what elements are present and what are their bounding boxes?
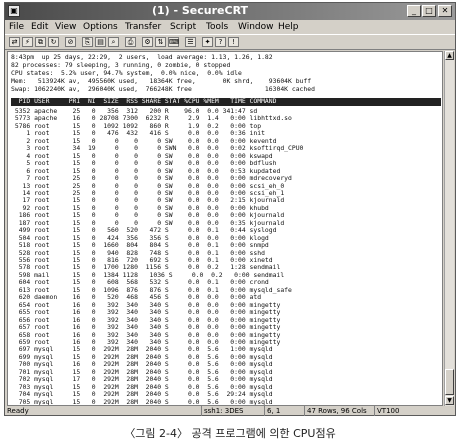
status-ready: Ready	[7, 407, 29, 415]
title-bar: ▣ (1) - SecureCRT _ □ ✕	[5, 3, 455, 20]
scroll-up-icon[interactable]: ▲	[445, 51, 454, 60]
keymap-icon[interactable]: ⌨	[168, 37, 179, 47]
securecrt-window: ▣ (1) - SecureCRT _ □ ✕ File Edit View O…	[4, 2, 456, 416]
menu-options[interactable]: Options	[83, 22, 118, 32]
tip-icon[interactable]: ✦	[202, 37, 213, 47]
status-emulation: VT100	[374, 406, 424, 416]
copy-icon[interactable]: ⎘	[82, 37, 93, 47]
menu-file[interactable]: File	[9, 22, 24, 32]
menu-bar: File Edit View Options Transfer Script T…	[5, 20, 455, 34]
maximize-button[interactable]: □	[422, 5, 436, 17]
process-table-header: PID USER PRI NI SIZE RSS SHARE STAT %CPU…	[11, 97, 441, 106]
quick-connect-icon[interactable]: ⚡	[22, 37, 33, 47]
close-button[interactable]: ✕	[438, 5, 452, 17]
menu-script[interactable]: Script	[170, 22, 196, 32]
status-cursor: 6, 1	[264, 406, 304, 416]
disconnect-icon[interactable]: ⊘	[65, 37, 76, 47]
menu-tools[interactable]: Tools	[206, 22, 228, 32]
menu-transfer[interactable]: Transfer	[125, 22, 161, 32]
menu-edit[interactable]: Edit	[31, 22, 48, 32]
process-row: 705 mysql 15 0 292M 28M 2040 S 0.0 5.6 0…	[11, 397, 273, 406]
help-icon[interactable]: ?	[215, 37, 226, 47]
scroll-thumb[interactable]	[445, 369, 454, 395]
menu-view[interactable]: View	[55, 22, 76, 32]
terminal-screen[interactable]: 8:43pm up 25 days, 22:29, 2 users, load …	[7, 51, 443, 406]
status-bar: Ready ssh1: 3DES 6, 1 47 Rows, 96 Cols V…	[5, 406, 455, 416]
find-icon[interactable]: ⌕	[108, 37, 119, 47]
connect-icon[interactable]: ⇄	[9, 37, 20, 47]
paste-icon[interactable]: ▤	[95, 37, 106, 47]
toolbar: ⇄ ⚡ ⧉ ↻ ⊘ ⎘ ▤ ⌕ ⎙ ⚙ ⇅ ⌨ ☰ ✦ ? !	[5, 34, 455, 50]
minimize-button[interactable]: _	[407, 5, 421, 17]
sftp-icon[interactable]: ⇅	[155, 37, 166, 47]
menu-window[interactable]: Window	[238, 22, 274, 32]
figure-caption: 〈그림 2-4〉 공격 프로그램에 의한 CPU점유	[124, 427, 336, 440]
info-icon[interactable]: !	[228, 37, 239, 47]
swap-line: Swap: 1062240K av, 296040K used, 766248K…	[11, 85, 315, 93]
print-icon[interactable]: ⎙	[125, 37, 136, 47]
window-title: (1) - SecureCRT	[151, 4, 249, 17]
menu-help[interactable]: Help	[278, 22, 299, 32]
properties-icon[interactable]: ⚙	[142, 37, 153, 47]
status-rows-cols: 47 Rows, 96 Cols	[304, 406, 374, 416]
reconnect-icon[interactable]: ↻	[48, 37, 59, 47]
vertical-scrollbar[interactable]: ▲ ▼	[444, 51, 454, 406]
header-text: PID USER PRI NI SIZE RSS SHARE STAT %CPU…	[11, 97, 277, 105]
scroll-down-icon[interactable]: ▼	[445, 396, 454, 405]
tab-connect-icon[interactable]: ⧉	[35, 37, 46, 47]
status-connection: ssh1: 3DES	[201, 406, 264, 416]
options-icon[interactable]: ☰	[185, 37, 196, 47]
